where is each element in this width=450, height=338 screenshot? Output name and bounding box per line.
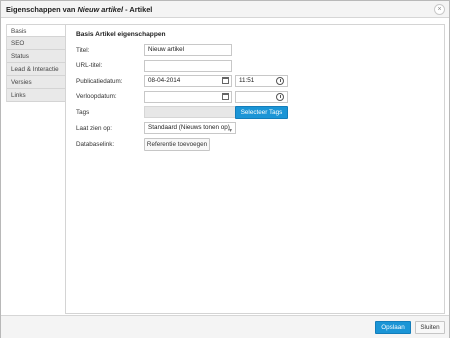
dialog-title-item-name: Nieuw artikel [77, 5, 124, 14]
tags-label: Tags [76, 109, 90, 116]
verloopdatum-label: Verloopdatum: [76, 93, 117, 100]
add-reference-button[interactable]: Referentie toevoegen [144, 138, 210, 151]
tags-input [144, 106, 236, 118]
save-button[interactable]: Opslaan [375, 321, 411, 334]
sidebar-item-lead-interactie[interactable]: Lead & Interactie [7, 63, 66, 76]
properties-dialog: Eigenschappen van Nieuw artikel - Artike… [0, 0, 450, 338]
url-titel-label: URL-titel: [76, 62, 103, 69]
sidebar-item-seo[interactable]: SEO [7, 37, 66, 50]
chevron-down-icon: ▾ [228, 128, 232, 134]
sidebar-item-versies[interactable]: Versies [7, 76, 66, 89]
dialog-title-prefix: Eigenschappen van [6, 5, 78, 14]
titel-label: Titel: [76, 47, 90, 54]
publicatiedatum-date-input[interactable]: 08-04-2014 [144, 75, 232, 87]
sidebar-item-status[interactable]: Status [7, 50, 66, 63]
titel-input[interactable]: Nieuw artikel [144, 44, 232, 56]
sidebar-item-links[interactable]: Links [7, 89, 66, 102]
calendar-icon[interactable] [222, 93, 229, 100]
dialog-title: Eigenschappen van Nieuw artikel - Artike… [6, 5, 152, 14]
sidebar-tabs: Basis SEO Status Lead & Interactie Versi… [6, 24, 66, 102]
clock-icon[interactable] [276, 77, 284, 85]
laat-zien-op-label: Laat zien op: [76, 125, 113, 132]
databaselink-label: Databaselink: [76, 141, 115, 148]
close-icon[interactable]: × [434, 4, 445, 15]
select-tags-button[interactable]: Selecteer Tags [235, 106, 288, 119]
laat-zien-op-selected: Standaard (Nieuws tonen op) [148, 124, 230, 131]
content-panel [65, 24, 445, 314]
close-button[interactable]: Sluiten [415, 321, 445, 334]
laat-zien-op-select[interactable]: Standaard (Nieuws tonen op) ▾ [144, 122, 236, 134]
dialog-footer: Opslaan Sluiten [1, 315, 449, 338]
dialog-title-suffix: - Artikel [123, 5, 153, 14]
publicatiedatum-label: Publicatiedatum: [76, 78, 123, 85]
clock-icon[interactable] [276, 93, 284, 101]
dialog-titlebar: Eigenschappen van Nieuw artikel - Artike… [1, 1, 449, 18]
url-titel-input[interactable] [144, 60, 232, 72]
sidebar-item-basis[interactable]: Basis [7, 24, 66, 37]
calendar-icon[interactable] [222, 77, 229, 84]
section-title: Basis Artikel eigenschappen [76, 31, 166, 38]
verloopdatum-date-input[interactable] [144, 91, 232, 103]
